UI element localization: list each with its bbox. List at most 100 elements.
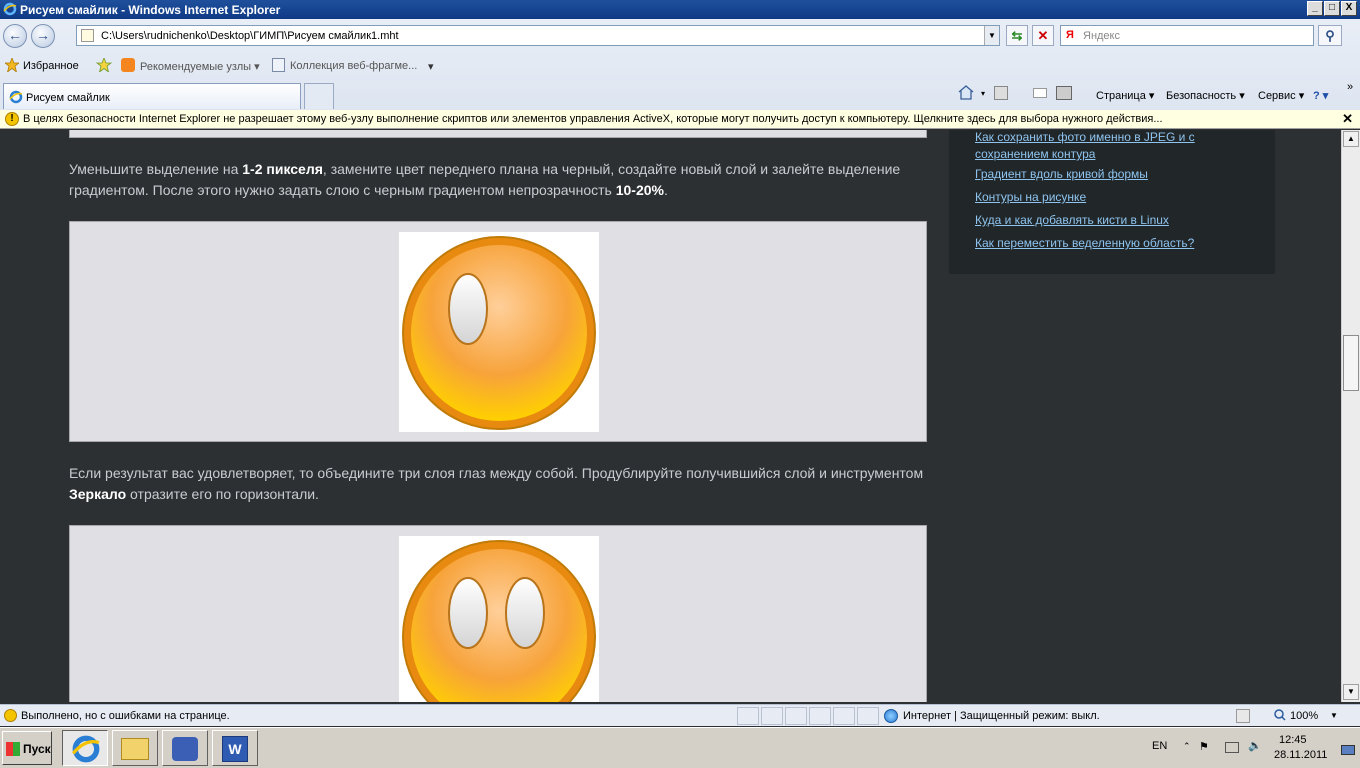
back-button[interactable]: ← xyxy=(3,24,27,48)
taskbar-word-button[interactable]: W xyxy=(212,730,258,766)
taskbar-explorer-button[interactable] xyxy=(112,730,158,766)
network-icon[interactable] xyxy=(1225,742,1239,753)
media-player-icon xyxy=(172,737,198,761)
sidebar-link-contours[interactable]: Контуры на рисунке xyxy=(975,189,1235,206)
ie-icon xyxy=(71,735,100,763)
safety-menu[interactable]: Безопасность ▾ xyxy=(1166,89,1245,102)
rss-icon[interactable] xyxy=(994,86,1008,100)
taskbar-media-button[interactable] xyxy=(162,730,208,766)
scroll-up-icon[interactable]: ▲ xyxy=(1343,131,1359,147)
sidebar-related-links: Как сохранить фото именно в JPEG и с сох… xyxy=(949,130,1275,274)
star-icon xyxy=(5,58,19,72)
home-dropdown[interactable]: ▾ xyxy=(981,89,985,98)
word-icon: W xyxy=(222,736,248,762)
status-slot xyxy=(833,707,855,725)
status-slot xyxy=(857,707,879,725)
web-slice-gallery-button[interactable]: Коллекция веб-фрагме... xyxy=(290,60,417,72)
close-button[interactable]: X xyxy=(1341,1,1357,16)
protected-mode-icon[interactable] xyxy=(1236,709,1250,723)
scroll-down-icon[interactable]: ▼ xyxy=(1343,684,1359,700)
previous-image-panel xyxy=(69,130,927,138)
scroll-thumb[interactable] xyxy=(1343,335,1359,391)
vertical-scrollbar[interactable]: ▲ ▼ xyxy=(1341,130,1360,702)
search-input[interactable]: Яндекс xyxy=(1083,30,1120,42)
zoom-level[interactable]: 100% xyxy=(1290,710,1318,722)
window-title: Рисуем смайлик - Windows Internet Explor… xyxy=(20,3,281,17)
web-slice-icon xyxy=(272,58,285,72)
page-content: Уменьшите выделение на 1-2 пикселя, заме… xyxy=(0,130,1341,702)
favorites-button[interactable]: Избранное xyxy=(23,60,79,72)
system-tray: EN ⌃ ⚑ 🔈 12:45 28.11.2011 xyxy=(1138,731,1358,765)
tab-current[interactable]: Рисуем смайлик xyxy=(3,83,301,109)
taskbar-ie-button[interactable] xyxy=(62,730,108,766)
page-menu[interactable]: Страница ▾ xyxy=(1096,89,1154,102)
clock-date[interactable]: 28.11.2011 xyxy=(1274,749,1327,761)
paragraph-2: Если результат вас удовлетворяет, то объ… xyxy=(69,465,924,502)
address-dropdown-button[interactable]: ▼ xyxy=(984,26,999,45)
infobar-close-icon[interactable]: ✕ xyxy=(1342,111,1353,127)
print-icon[interactable] xyxy=(1056,86,1072,100)
ie-icon xyxy=(3,2,17,16)
chevron-more-icon[interactable]: » xyxy=(1347,81,1353,93)
minimize-button[interactable]: _ xyxy=(1307,1,1323,16)
flag-icon[interactable]: ⚑ xyxy=(1199,740,1209,753)
ie-tab-icon xyxy=(9,90,23,104)
globe-icon xyxy=(884,709,898,723)
zoom-icon[interactable] xyxy=(1274,709,1286,721)
address-text: C:\Users\rudnichenko\Desktop\ГИМП\Рисуем… xyxy=(101,30,399,42)
smiley-image-two-eyes xyxy=(399,536,599,702)
page-icon xyxy=(81,29,94,42)
status-slot xyxy=(785,707,807,725)
suggested-sites-button[interactable]: Рекомендуемые узлы ▾ xyxy=(140,60,260,73)
windows-logo-icon xyxy=(6,742,20,756)
tools-menu[interactable]: Сервис ▾ xyxy=(1258,89,1304,102)
window-titlebar: Рисуем смайлик - Windows Internet Explor… xyxy=(0,0,1360,19)
stop-button[interactable]: ✕ xyxy=(1032,25,1054,46)
maximize-button[interactable]: □ xyxy=(1324,1,1340,16)
tab-label: Рисуем смайлик xyxy=(26,92,110,104)
add-favorite-icon[interactable] xyxy=(96,58,112,72)
favorites-bar: Избранное Рекомендуемые узлы ▾ Коллекция… xyxy=(0,55,1360,77)
sidebar-link-jpeg[interactable]: Как сохранить фото именно в JPEG и с сох… xyxy=(975,130,1235,163)
tray-expand-icon[interactable]: ⌃ xyxy=(1183,741,1191,752)
status-text[interactable]: Выполнено, но с ошибками на странице. xyxy=(21,710,230,722)
home-icon[interactable] xyxy=(957,84,975,100)
help-menu[interactable]: ? ▾ xyxy=(1313,89,1328,102)
new-tab-button[interactable] xyxy=(304,83,334,109)
sidebar-link-brushes[interactable]: Куда и как добавлять кисти в Linux xyxy=(975,212,1235,229)
image-panel-2 xyxy=(69,525,927,702)
mail-icon[interactable] xyxy=(1033,88,1047,98)
forward-button[interactable]: → xyxy=(31,24,55,48)
web-slice-arrow[interactable]: ▾ xyxy=(428,60,434,73)
status-slot xyxy=(737,707,759,725)
infobar-text[interactable]: В целях безопасности Internet Explorer н… xyxy=(23,113,1163,125)
volume-icon[interactable]: 🔈 xyxy=(1248,739,1262,752)
zoom-dropdown[interactable]: ▼ xyxy=(1330,711,1338,720)
paragraph-1: Уменьшите выделение на 1-2 пикселя, заме… xyxy=(69,161,901,198)
folder-icon xyxy=(121,738,149,760)
security-zone[interactable]: Интернет | Защищенный режим: выкл. xyxy=(903,710,1100,722)
address-bar[interactable]: C:\Users\rudnichenko\Desktop\ГИМП\Рисуем… xyxy=(76,25,1000,46)
suggested-sites-icon xyxy=(121,58,135,72)
search-button[interactable]: ⚲ xyxy=(1318,25,1342,46)
sidebar-link-move-selection[interactable]: Как переместить веделенную область? xyxy=(975,235,1235,252)
smiley-image-one-eye xyxy=(399,232,599,432)
clock-time[interactable]: 12:45 xyxy=(1279,734,1307,746)
search-box[interactable]: Я Яндекс xyxy=(1060,25,1314,46)
language-indicator[interactable]: EN xyxy=(1152,740,1167,752)
refresh-button[interactable]: ⇆ xyxy=(1006,25,1028,46)
tab-row: Рисуем смайлик xyxy=(0,81,1360,109)
status-slot xyxy=(761,707,783,725)
start-button[interactable]: Пуск xyxy=(2,731,52,765)
status-bar: Выполнено, но с ошибками на странице. Ин… xyxy=(0,704,1360,726)
status-slot xyxy=(809,707,831,725)
sidebar-link-gradient[interactable]: Градиент вдоль кривой формы xyxy=(975,166,1235,183)
browser-chrome: ← → C:\Users\rudnichenko\Desktop\ГИМП\Ри… xyxy=(0,19,1360,112)
taskbar: Пуск W EN ⌃ ⚑ 🔈 12:45 28.11.2011 xyxy=(0,727,1360,768)
yandex-logo: Я xyxy=(1066,29,1074,41)
show-desktop-icon[interactable] xyxy=(1341,745,1355,755)
start-label: Пуск xyxy=(23,742,51,756)
error-warning-icon[interactable] xyxy=(4,709,17,722)
image-panel-1 xyxy=(69,221,927,442)
security-infobar[interactable]: ! В целях безопасности Internet Explorer… xyxy=(0,110,1360,129)
